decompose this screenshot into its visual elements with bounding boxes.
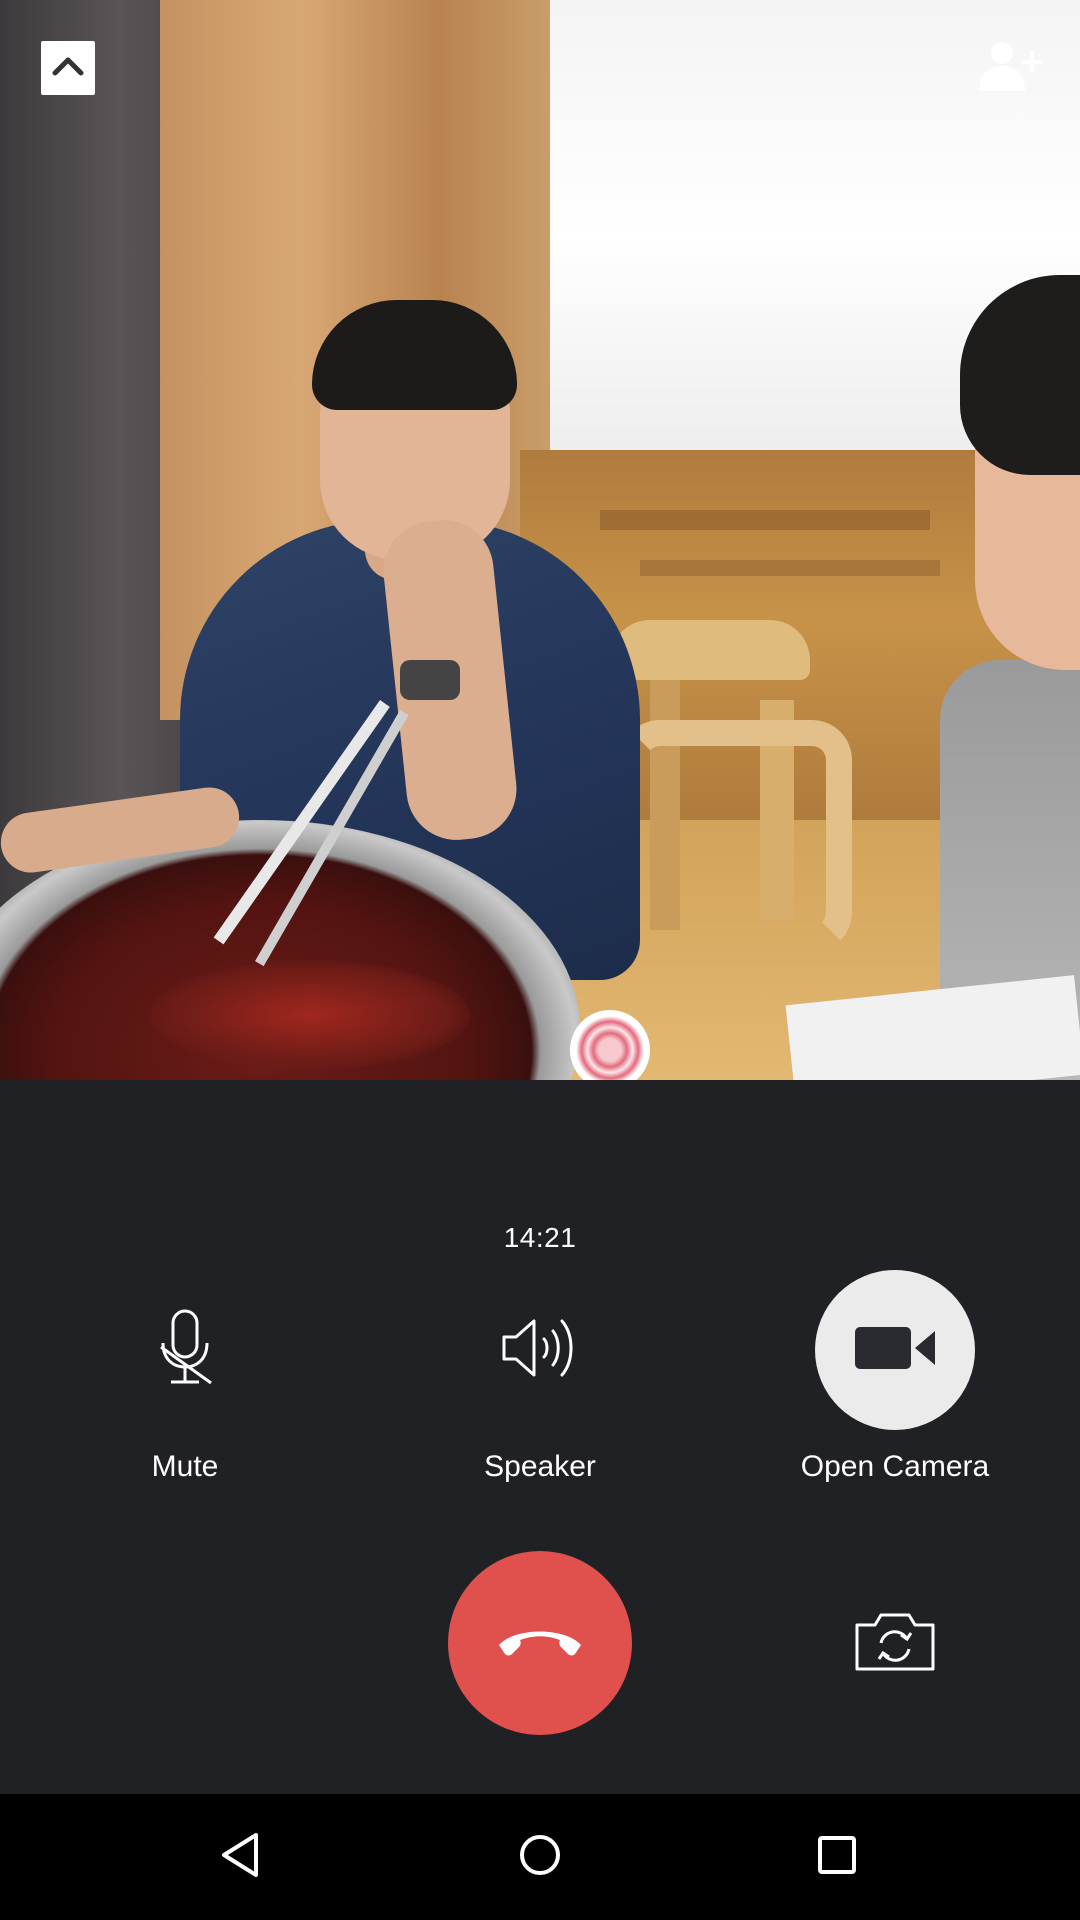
speaker-icon [500, 1313, 580, 1388]
mute-button[interactable]: Mute [35, 1270, 335, 1490]
call-duration: 14:21 [503, 1222, 577, 1253]
mute-label: Mute [151, 1450, 219, 1483]
open-camera-button[interactable]: Open Camera [745, 1270, 1045, 1490]
hang-up-button[interactable] [448, 1551, 632, 1735]
camera-icon-wrap [815, 1270, 975, 1430]
phone-hangup-icon [495, 1623, 585, 1664]
video-call-screen: 14:21 Mute Speaker Open Camera [0, 0, 1080, 1920]
triangle-back-icon [218, 1831, 262, 1884]
add-person-icon [976, 39, 1048, 98]
minimize-call-button[interactable] [41, 41, 95, 95]
open-camera-label: Open Camera [800, 1450, 990, 1483]
video-camera-icon [853, 1323, 937, 1378]
nav-back-button[interactable] [200, 1817, 280, 1897]
switch-camera-button[interactable] [845, 1600, 945, 1686]
speaker-icon-wrap [460, 1270, 620, 1430]
switch-camera-icon [853, 1609, 937, 1678]
chevron-up-icon [51, 55, 85, 82]
system-navigation-bar [0, 1794, 1080, 1920]
square-recents-icon [817, 1835, 857, 1880]
microphone-off-icon [155, 1307, 215, 1394]
speaker-label: Speaker [484, 1450, 596, 1483]
remote-video-feed [0, 0, 1080, 1080]
speaker-button[interactable]: Speaker [390, 1270, 690, 1490]
nav-home-button[interactable] [500, 1817, 580, 1897]
circle-home-icon [518, 1833, 562, 1882]
mute-icon-wrap [105, 1270, 265, 1430]
add-participant-button[interactable] [972, 38, 1052, 98]
nav-recents-button[interactable] [797, 1817, 877, 1897]
